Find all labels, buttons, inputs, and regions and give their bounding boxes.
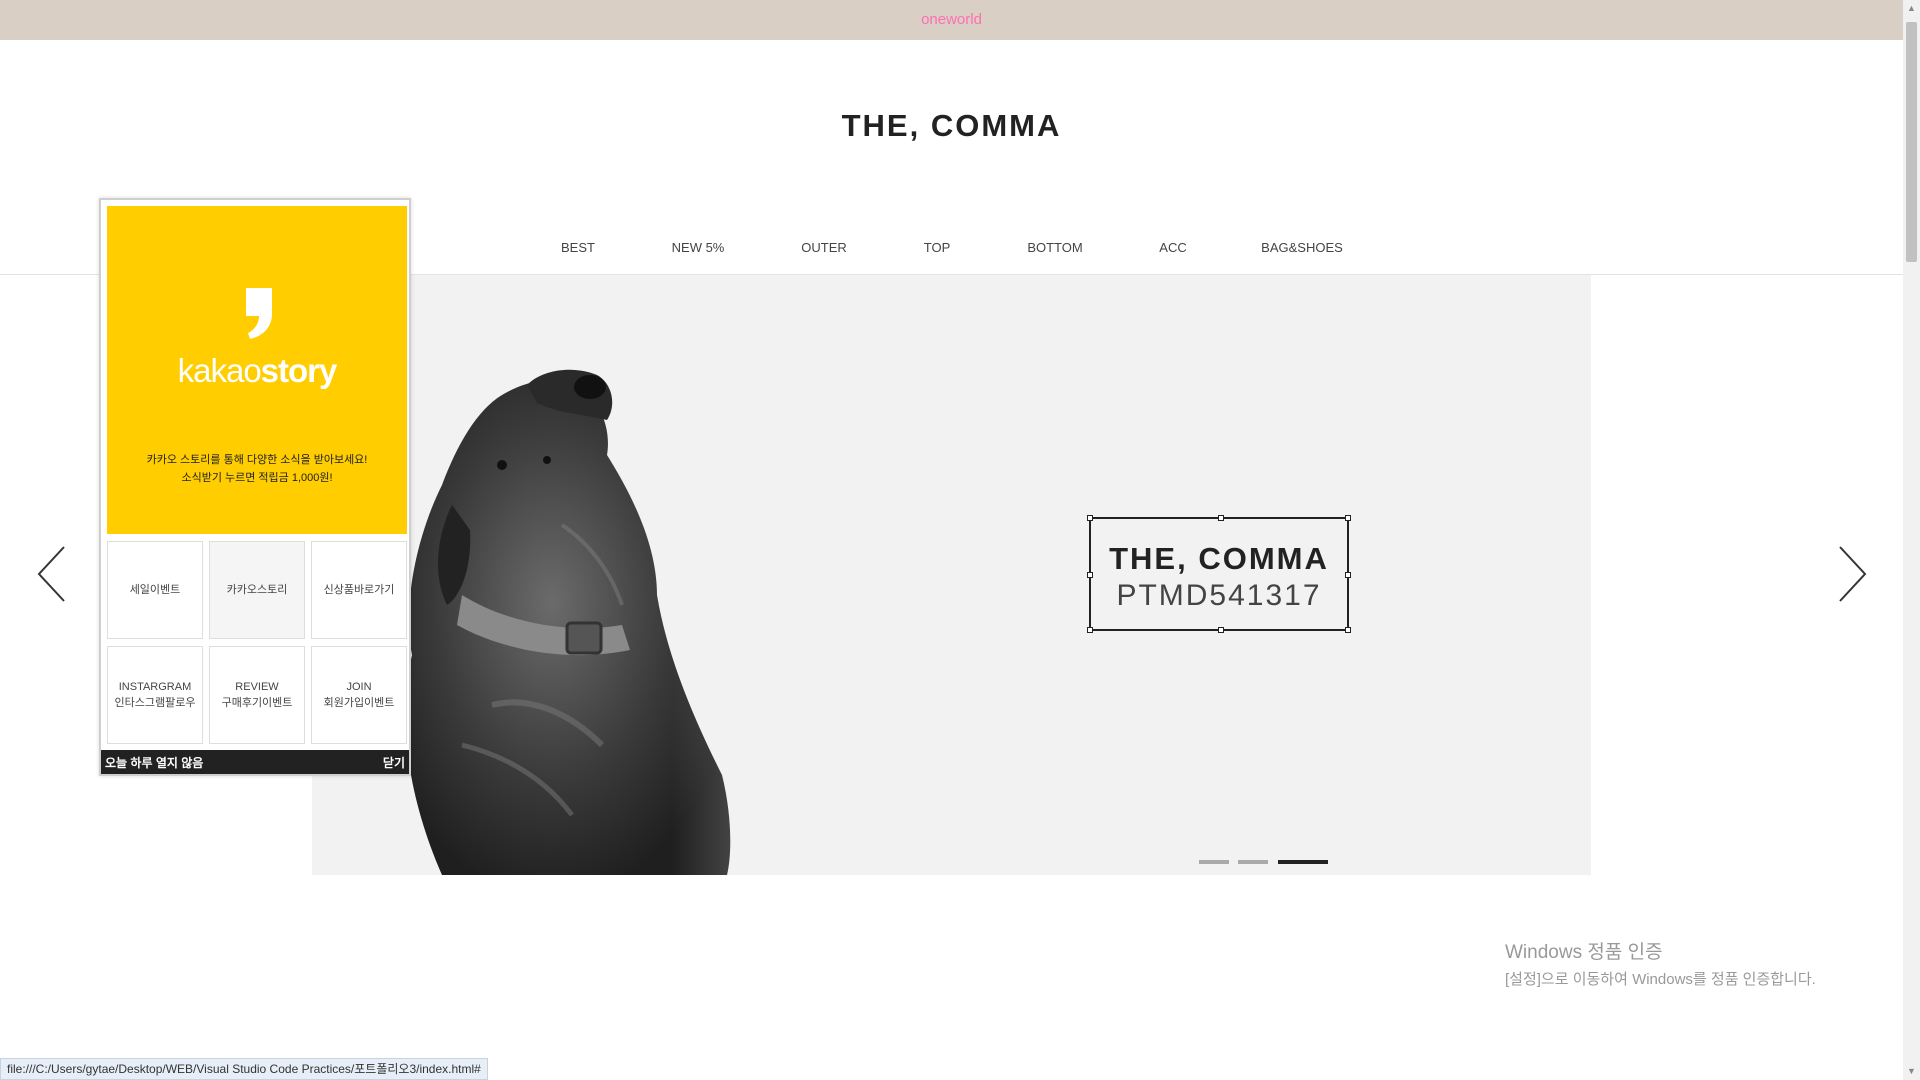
popup-footer: 오늘 하루 열지 않음 닫기 (101, 750, 409, 774)
kakaostory-logo: kakaostory (177, 352, 338, 389)
resize-handle[interactable] (1218, 627, 1224, 633)
top-banner: oneworld (0, 0, 1903, 40)
status-bar-url: file:///C:/Users/gytae/Desktop/WEB/Visua… (0, 1058, 488, 1080)
slide-caption: THE, COMMA PTMD541317 (1087, 515, 1351, 633)
slider-dot-3[interactable] (1278, 860, 1328, 864)
resize-handle[interactable] (1087, 515, 1093, 521)
scrollbar-thumb[interactable] (1906, 22, 1917, 262)
popup-join[interactable]: JOIN 회원가입이벤트 (311, 646, 407, 744)
slide-caption-code: PTMD541317 (1116, 579, 1322, 612)
nav-item-bottom[interactable]: BOTTOM (1027, 240, 1082, 255)
vertical-scrollbar[interactable]: ▲ ▼ (1903, 0, 1920, 1080)
kakao-popup: kakaostory 카카오 스토리를 통해 다양한 소식을 받아보세요! 소식… (99, 198, 411, 776)
popup-close-button[interactable]: 닫기 (383, 754, 405, 771)
activation-description: [설정]으로 이동하여 Windows를 정품 인증합니다. (1505, 971, 1816, 988)
windows-activation-watermark: Windows 정품 인증 [설정]으로 이동하여 Windows를 정품 인증… (1505, 937, 1816, 989)
resize-handle[interactable] (1087, 627, 1093, 633)
nav-item-outer[interactable]: OUTER (801, 240, 847, 255)
popup-kakaostory[interactable]: 카카오스토리 (209, 541, 305, 639)
resize-handle[interactable] (1345, 572, 1351, 578)
nav-item-bag-shoes[interactable]: BAG&SHOES (1261, 240, 1343, 255)
nav-item-top[interactable]: TOP (924, 240, 951, 255)
slide-caption-title: THE, COMMA (1109, 541, 1329, 576)
dismiss-today-button[interactable]: 오늘 하루 열지 않음 (105, 754, 203, 771)
activation-title: Windows 정품 인증 (1505, 942, 1663, 963)
resize-handle[interactable] (1345, 515, 1351, 521)
comma-icon (246, 288, 272, 339)
popup-new-arrivals[interactable]: 신상품바로가기 (311, 541, 407, 639)
slider-prev-button[interactable] (36, 545, 68, 603)
popup-instagram[interactable]: INSTARGRAM 인타스그램팔로우 (107, 646, 203, 744)
resize-handle[interactable] (1087, 572, 1093, 578)
scroll-down-icon[interactable]: ▼ (1903, 1063, 1920, 1080)
dog-photo (405, 275, 1012, 875)
scroll-up-icon[interactable]: ▲ (1903, 0, 1920, 17)
kakaostory-banner[interactable]: kakaostory 카카오 스토리를 통해 다양한 소식을 받아보세요! 소식… (107, 206, 407, 534)
kakaostory-message: 카카오 스토리를 통해 다양한 소식을 받아보세요! 소식받기 누르면 적립금 … (146, 454, 368, 484)
slider-dot-2[interactable] (1238, 860, 1268, 864)
nav-item-best[interactable]: BEST (561, 240, 595, 255)
top-banner-text[interactable]: oneworld (921, 11, 982, 28)
resize-handle[interactable] (1218, 515, 1224, 521)
chevron-left-icon (37, 546, 65, 602)
main-slider: THE, COMMA PTMD541317 (312, 275, 1591, 875)
nav-item-new[interactable]: NEW 5% (672, 240, 725, 255)
popup-review[interactable]: REVIEW 구매후기이벤트 (209, 646, 305, 744)
nav-item-acc[interactable]: ACC (1159, 240, 1186, 255)
site-logo[interactable]: THE, COMMA (0, 108, 1903, 144)
popup-sale-event[interactable]: 세일이벤트 (107, 541, 203, 639)
slider-next-button[interactable] (1836, 545, 1868, 603)
slider-dot-1[interactable] (1199, 860, 1229, 864)
resize-handle[interactable] (1345, 627, 1351, 633)
chevron-right-icon (1839, 546, 1867, 602)
